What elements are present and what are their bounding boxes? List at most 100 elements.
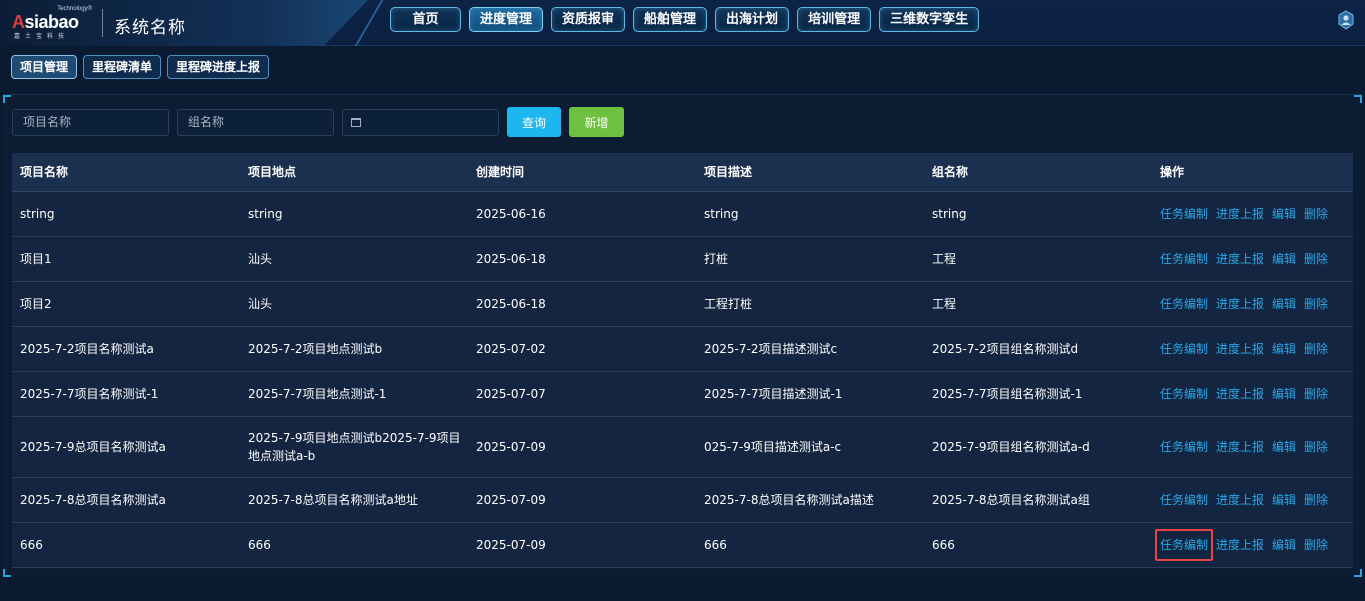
nav-item-0[interactable]: 首页 [390,7,461,32]
progress-report-link[interactable]: 进度上报 [1216,538,1264,552]
table-cell: 666 [696,522,924,568]
table-cell: 2025-7-7项目名称测试-1 [12,371,240,417]
task-plan-link[interactable]: 任务编制 [1160,342,1208,356]
table-cell: 2025-7-8总项目名称测试a组 [924,477,1152,523]
table-cell: 2025-7-9项目地点测试b2025-7-9项目地点测试a-b [240,416,468,478]
edit-link[interactable]: 编辑 [1272,538,1296,552]
task-plan-link[interactable]: 任务编制 [1160,493,1208,507]
delete-link[interactable]: 删除 [1304,252,1328,266]
nav-item-1[interactable]: 进度管理 [469,7,544,32]
delete-link[interactable]: 删除 [1304,538,1328,552]
calendar-icon [351,117,361,127]
table-cell: 2025-7-2项目名称测试a [12,326,240,372]
table-row: 2025-7-9总项目名称测试a 2025-7-9项目地点测试b2025-7-9项… [12,416,1353,478]
task-plan-link[interactable]: 任务编制 [1160,252,1208,266]
task-plan-link[interactable]: 任务编制 [1155,528,1214,561]
edit-link[interactable]: 编辑 [1272,342,1296,356]
group-name-input[interactable] [177,108,334,136]
query-button[interactable]: 查询 [507,107,561,137]
table-row: string string 2025-06-16 string string 任务编制 进度… [12,191,1353,237]
project-name-input[interactable] [12,108,169,136]
actions-cell: 任务编制 进度上报 编辑 删除 [1152,191,1353,237]
edit-link[interactable]: 编辑 [1272,297,1296,311]
edit-link[interactable]: 编辑 [1272,387,1296,401]
table-cell: 工程打桩 [696,281,924,327]
task-plan-link[interactable]: 任务编制 [1160,440,1208,454]
table-row: 项目2 汕头 2025-06-18 工程打桩 工程 任务编制 进度上报 编辑 删除 [12,281,1353,327]
progress-report-link[interactable]: 进度上报 [1216,342,1264,356]
table-row: 2025-7-7项目名称测试-1 2025-7-7项目地点测试-1 2025-07-… [12,371,1353,417]
table-row: 项目1 汕头 2025-06-18 打桩 工程 任务编制 进度上报 编辑 删除 [12,236,1353,282]
actions-cell: 任务编制 进度上报 编辑 删除 [1152,477,1353,523]
logo-sub-text: 嘉士宝科技 [14,33,70,40]
table-cell: 2025-07-09 [468,477,696,523]
delete-link[interactable]: 删除 [1304,342,1328,356]
table-cell: 025-7-9项目描述测试a-c [696,416,924,478]
table-cell: 汕头 [240,281,468,327]
edit-link[interactable]: 编辑 [1272,493,1296,507]
table-cell: 打桩 [696,236,924,282]
delete-link[interactable]: 删除 [1304,207,1328,221]
sub-tabs: 项目管理 里程碑清单 里程碑进度上报 [11,55,270,79]
column-header: 组名称 [924,153,1152,192]
table-cell: 666 [240,522,468,568]
delete-link[interactable]: 删除 [1304,297,1328,311]
progress-report-link[interactable]: 进度上报 [1216,207,1264,221]
table-cell: 工程 [924,236,1152,282]
table-cell: 2025-7-7项目组名称测试-1 [924,371,1152,417]
table-cell: 2025-7-2项目组名称测试d [924,326,1152,372]
task-plan-link[interactable]: 任务编制 [1160,297,1208,311]
edit-link[interactable]: 编辑 [1272,207,1296,221]
delete-link[interactable]: 删除 [1304,387,1328,401]
progress-report-link[interactable]: 进度上报 [1216,252,1264,266]
filter-bar: 查询 新增 [12,107,624,137]
table-cell: 2025-7-8总项目名称测试a描述 [696,477,924,523]
nav-item-6[interactable]: 三维数字孪生 [879,7,980,32]
progress-report-link[interactable]: 进度上报 [1216,297,1264,311]
table-cell: 666 [924,522,1152,568]
progress-report-link[interactable]: 进度上报 [1216,387,1264,401]
user-profile-icon[interactable] [1337,10,1355,30]
nav-item-2[interactable]: 资质报审 [551,7,626,32]
content-panel: 查询 新增 项目名称项目地点创建时间项目描述组名称操作 stringstring… [3,94,1362,577]
actions-cell: 任务编制 进度上报 编辑 删除 [1152,236,1353,282]
edit-link[interactable]: 编辑 [1272,252,1296,266]
table-cell: 项目2 [12,281,240,327]
table-cell: 2025-7-9总项目名称测试a [12,416,240,478]
progress-report-link[interactable]: 进度上报 [1216,440,1264,454]
nav-item-4[interactable]: 出海计划 [715,7,790,32]
delete-link[interactable]: 删除 [1304,440,1328,454]
table-row: 666 666 2025-07-09 666 666 任务编制 进度上报 编辑 删除 [12,522,1353,568]
corner-decoration [1354,95,1362,103]
table-cell: 项目1 [12,236,240,282]
subtab-2[interactable]: 里程碑进度上报 [167,55,270,79]
task-plan-link[interactable]: 任务编制 [1160,387,1208,401]
logo-wordmark: Asiabao [12,12,79,32]
task-plan-link[interactable]: 任务编制 [1160,207,1208,221]
edit-link[interactable]: 编辑 [1272,440,1296,454]
table-cell: 2025-7-7项目地点测试-1 [240,371,468,417]
delete-link[interactable]: 删除 [1304,493,1328,507]
table-row: 2025-7-8总项目名称测试a 2025-7-8总项目名称测试a地址 2025-0… [12,477,1353,523]
table-cell: 2025-07-09 [468,416,696,478]
table-cell: string [240,191,468,237]
actions-cell: 任务编制 进度上报 编辑 删除 [1152,326,1353,372]
table-cell: 2025-07-02 [468,326,696,372]
nav-item-3[interactable]: 船舶管理 [633,7,708,32]
header-divider [102,9,103,37]
actions-cell: 任务编制 进度上报 编辑 删除 [1152,281,1353,327]
column-header: 创建时间 [468,153,696,192]
table-cell: 2025-7-7项目描述测试-1 [696,371,924,417]
add-button[interactable]: 新增 [569,107,624,137]
progress-report-link[interactable]: 进度上报 [1216,493,1264,507]
subtab-1[interactable]: 里程碑清单 [83,55,162,79]
table-cell: 2025-06-18 [468,281,696,327]
date-picker-field[interactable] [342,108,499,136]
column-header: 项目名称 [12,153,240,192]
table-cell: 2025-06-18 [468,236,696,282]
subtab-0[interactable]: 项目管理 [11,55,78,79]
nav-item-5[interactable]: 培训管理 [797,7,872,32]
table-cell: 666 [12,522,240,568]
column-header: 项目描述 [696,153,924,192]
actions-cell: 任务编制 进度上报 编辑 删除 [1152,416,1353,478]
